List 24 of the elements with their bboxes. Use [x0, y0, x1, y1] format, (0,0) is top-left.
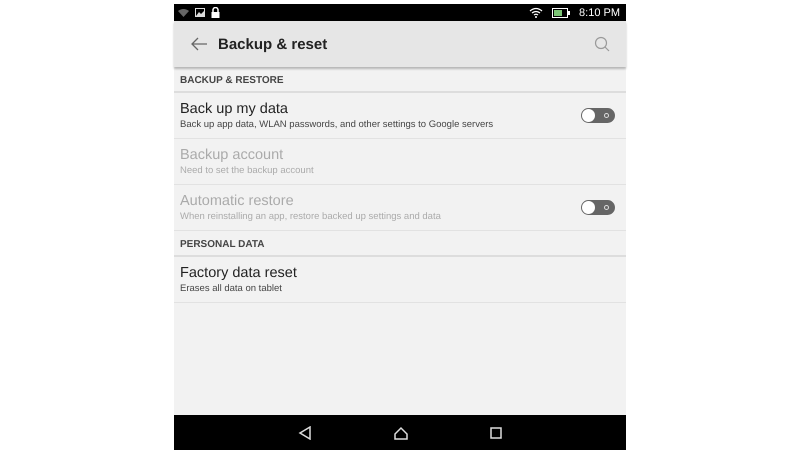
image-icon: [195, 8, 205, 17]
item-summary: Erases all data on tablet: [180, 283, 283, 294]
item-title: Backup account: [180, 147, 284, 163]
item-title: Factory data reset: [180, 265, 297, 281]
item-title: Back up my data: [180, 101, 289, 117]
section-header: BACKUP & RESTORE: [180, 74, 284, 86]
wifi-icon: [529, 7, 544, 18]
item-summary: When reinstalling an app, restore backed up settings and data: [180, 211, 441, 222]
item-summary: Back up app data, WLAN passwords, and other settings to Google servers: [180, 119, 494, 130]
settings-item[interactable]: Back up my data Back up app data, WLAN passwords, and other settings to Google servers: [174, 93, 626, 139]
back-arrow-icon[interactable]: [190, 37, 208, 51]
screen-title: Backup & reset: [218, 36, 328, 52]
lock-icon: [211, 7, 220, 18]
recents-icon[interactable]: [490, 426, 502, 438]
clock-time: 8:10 PM: [579, 6, 620, 18]
item-summary: Need to set the backup account: [180, 165, 314, 176]
settings-item[interactable]: Factory data reset Erases all data on tablet: [174, 257, 626, 303]
toggle-switch[interactable]: [581, 108, 615, 123]
home-icon[interactable]: [394, 426, 408, 440]
wifi-icon: [178, 8, 189, 17]
item-title: Automatic restore: [180, 193, 295, 209]
back-icon[interactable]: [298, 426, 312, 440]
section-header: PERSONAL DATA: [180, 238, 264, 250]
battery-icon: [552, 8, 570, 18]
